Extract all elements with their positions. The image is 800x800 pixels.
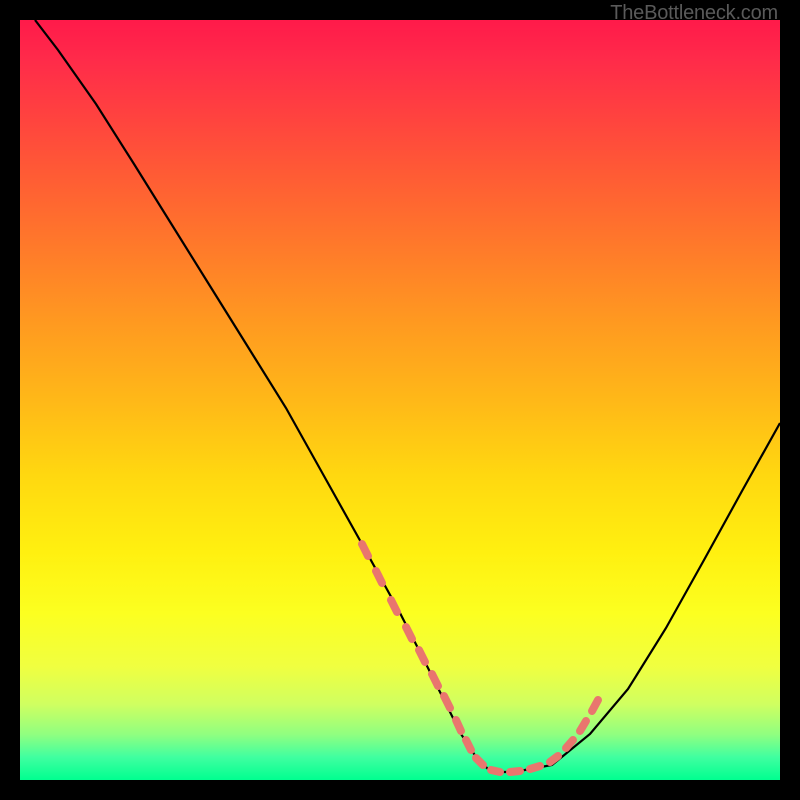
- dotted-highlight: [362, 544, 598, 772]
- watermark-text: TheBottleneck.com: [610, 2, 778, 25]
- main-curve: [35, 20, 780, 772]
- curve-svg: [20, 20, 780, 780]
- plot-area: [20, 20, 780, 780]
- chart-container: TheBottleneck.com: [0, 0, 800, 800]
